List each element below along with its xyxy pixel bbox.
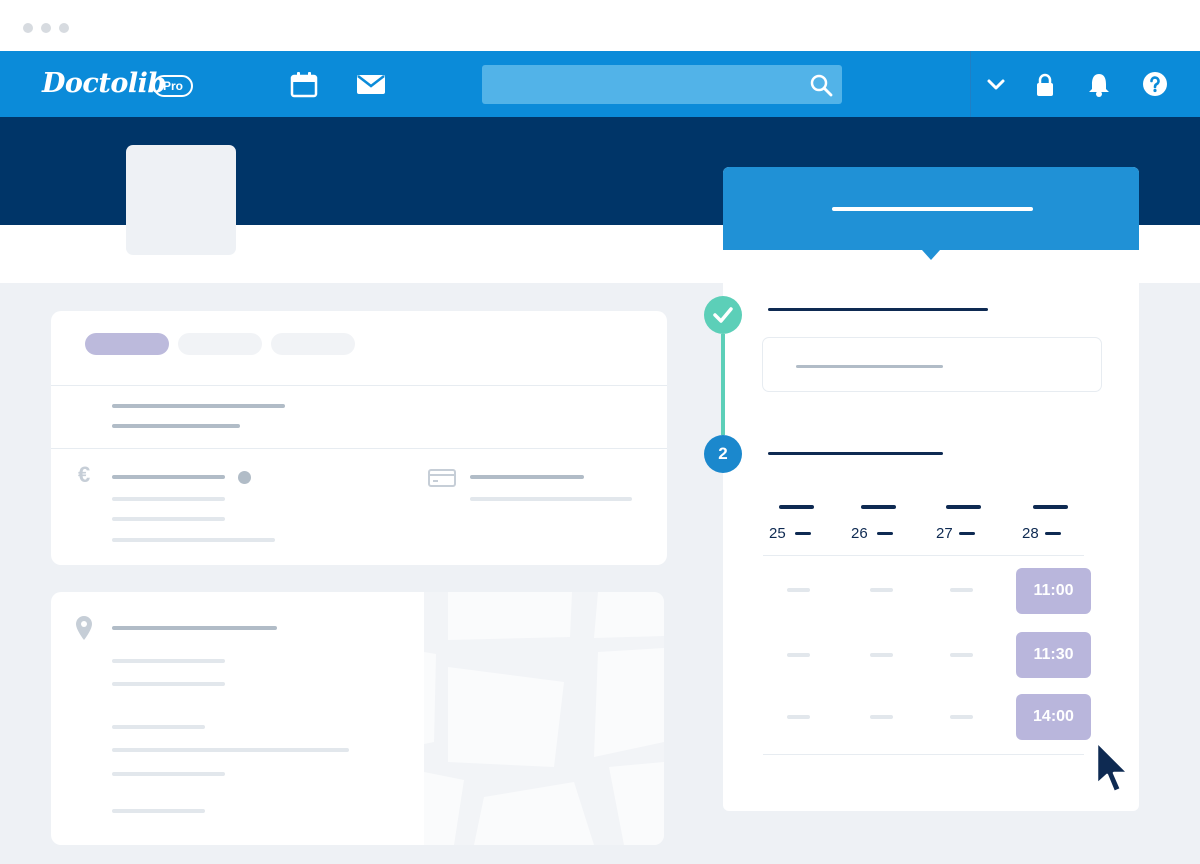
unavailable-slot bbox=[787, 653, 810, 657]
window-dot-maximize[interactable] bbox=[59, 23, 69, 33]
text-line-placeholder bbox=[112, 725, 205, 729]
text-line-placeholder bbox=[112, 475, 225, 479]
mouse-cursor-icon bbox=[1094, 740, 1138, 809]
text-line-placeholder bbox=[112, 517, 225, 521]
pro-badge: Pro bbox=[153, 75, 193, 97]
euro-icon: € bbox=[78, 462, 91, 487]
text-line-placeholder bbox=[470, 497, 632, 501]
unavailable-slot bbox=[950, 715, 973, 719]
unavailable-slot bbox=[787, 588, 810, 592]
unavailable-slot bbox=[870, 715, 893, 719]
time-slot-button[interactable]: 11:30 bbox=[1016, 632, 1091, 678]
tab-placeholder[interactable] bbox=[271, 333, 355, 355]
top-navbar: Doctolib Pro bbox=[0, 51, 1200, 117]
tab-placeholder[interactable] bbox=[178, 333, 262, 355]
calendar-divider bbox=[763, 754, 1084, 755]
booking-panel-header bbox=[723, 167, 1139, 250]
map-view[interactable] bbox=[424, 592, 664, 845]
month-placeholder bbox=[959, 532, 975, 535]
day-number: 27 bbox=[936, 525, 953, 542]
text-line-placeholder bbox=[470, 475, 584, 479]
lock-icon[interactable] bbox=[1035, 73, 1055, 102]
step1-title-placeholder bbox=[768, 308, 988, 311]
navbar-divider bbox=[970, 51, 971, 117]
booking-panel: 2 25 26 27 28 11:00 11:30 14:00 bbox=[704, 167, 1139, 811]
step-connector bbox=[721, 334, 725, 435]
window-titlebar bbox=[0, 0, 1200, 51]
unavailable-slot bbox=[870, 653, 893, 657]
calendar-divider bbox=[763, 555, 1084, 556]
avatar bbox=[126, 145, 236, 255]
practitioner-info-card: € bbox=[51, 311, 667, 565]
weekday-placeholder bbox=[779, 505, 814, 509]
text-line-placeholder bbox=[112, 497, 225, 501]
chevron-down-icon[interactable] bbox=[986, 76, 1006, 97]
text-line-placeholder bbox=[112, 772, 225, 776]
search-icon[interactable] bbox=[809, 73, 833, 102]
address-map-card bbox=[51, 592, 664, 845]
calendar-icon[interactable] bbox=[290, 70, 318, 103]
text-line-placeholder bbox=[112, 748, 349, 752]
time-slot-button[interactable]: 14:00 bbox=[1016, 694, 1091, 740]
text-line-placeholder bbox=[112, 538, 275, 542]
info-dot-icon[interactable] bbox=[238, 471, 251, 484]
location-pin-icon bbox=[75, 615, 93, 646]
search-input[interactable] bbox=[482, 65, 842, 104]
card-divider bbox=[51, 448, 667, 449]
panel-pointer bbox=[922, 250, 940, 260]
text-line-placeholder bbox=[112, 424, 240, 428]
mail-icon[interactable] bbox=[356, 72, 386, 101]
credit-card-icon bbox=[428, 469, 456, 492]
step1-selection-box[interactable] bbox=[762, 337, 1102, 392]
unavailable-slot bbox=[950, 588, 973, 592]
window-dot-minimize[interactable] bbox=[41, 23, 51, 33]
check-icon bbox=[713, 307, 733, 323]
day-number: 25 bbox=[769, 525, 786, 542]
bell-icon[interactable] bbox=[1087, 72, 1111, 103]
unavailable-slot bbox=[870, 588, 893, 592]
weekday-placeholder bbox=[946, 505, 981, 509]
step-2-indicator: 2 bbox=[704, 435, 742, 473]
unavailable-slot bbox=[787, 715, 810, 719]
window-dot-close[interactable] bbox=[23, 23, 33, 33]
text-line-placeholder bbox=[112, 404, 285, 408]
month-placeholder bbox=[795, 532, 811, 535]
text-line-placeholder bbox=[112, 809, 205, 813]
brand-logo[interactable]: Doctolib bbox=[42, 67, 166, 101]
card-divider bbox=[51, 385, 667, 386]
help-icon[interactable] bbox=[1142, 71, 1168, 102]
day-number: 26 bbox=[851, 525, 868, 542]
text-line-placeholder bbox=[112, 659, 225, 663]
weekday-placeholder bbox=[1033, 505, 1068, 509]
text-line-placeholder bbox=[112, 626, 277, 630]
unavailable-slot bbox=[950, 653, 973, 657]
step-complete-indicator bbox=[704, 296, 742, 334]
weekday-placeholder bbox=[861, 505, 896, 509]
month-placeholder bbox=[1045, 532, 1061, 535]
tab-active-placeholder[interactable] bbox=[85, 333, 169, 355]
selection-text-placeholder bbox=[796, 365, 943, 368]
app-window: Doctolib Pro € 2 25 26 27 28 11:00 11:30… bbox=[0, 0, 1200, 864]
day-number: 28 bbox=[1022, 525, 1039, 542]
time-slot-button[interactable]: 11:00 bbox=[1016, 568, 1091, 614]
header-title-placeholder bbox=[832, 207, 1033, 211]
month-placeholder bbox=[877, 532, 893, 535]
text-line-placeholder bbox=[112, 682, 225, 686]
step2-title-placeholder bbox=[768, 452, 943, 455]
